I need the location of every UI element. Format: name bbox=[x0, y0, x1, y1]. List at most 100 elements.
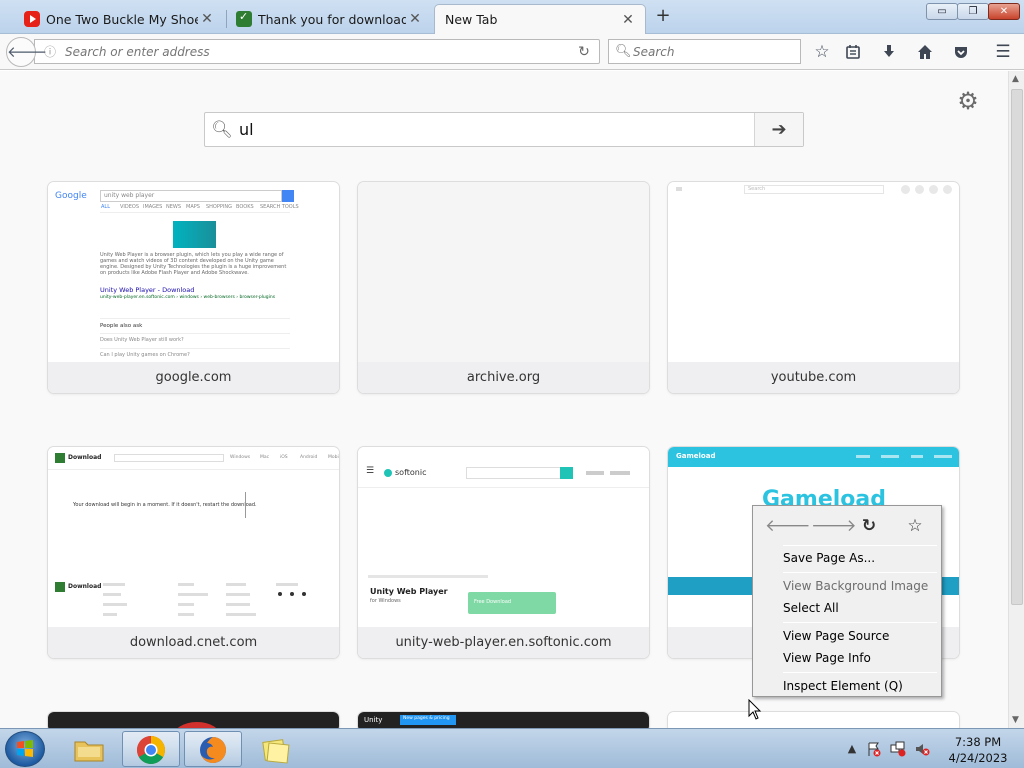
footer-line bbox=[226, 603, 250, 606]
yt-icon bbox=[901, 185, 910, 194]
google-tab: MAPS bbox=[186, 204, 200, 210]
divider bbox=[358, 487, 649, 488]
menu-icon: ☰ bbox=[366, 466, 375, 476]
footer-line bbox=[103, 583, 125, 586]
scroll-up-icon[interactable]: ▲ bbox=[1012, 74, 1019, 84]
reading-list-icon[interactable] bbox=[841, 40, 865, 64]
downloads-icon[interactable] bbox=[877, 40, 901, 64]
yt-menu-icon bbox=[676, 187, 682, 191]
mouse-cursor-icon bbox=[748, 699, 762, 720]
taskbar-sticky-notes[interactable] bbox=[246, 731, 304, 767]
tile-google[interactable]: Google unity web player ALL VIDEOS IMAGE… bbox=[48, 182, 339, 393]
tile-cnet[interactable]: Download Windows Mac iOS Android Mobi Yo… bbox=[48, 447, 339, 658]
context-menu-nav-row: 🡐 🡒 ↻ ☆ bbox=[753, 511, 941, 541]
divider bbox=[100, 333, 290, 334]
menu-item-save-page-as[interactable]: Save Page As... bbox=[783, 548, 875, 568]
taskbar-google-chrome[interactable] bbox=[122, 731, 180, 767]
footer-line bbox=[178, 613, 194, 616]
chrome-icon bbox=[137, 736, 165, 764]
close-tab-icon[interactable]: ✕ bbox=[198, 11, 216, 27]
search-input[interactable] bbox=[633, 44, 800, 59]
restore-button[interactable]: ❐ bbox=[957, 3, 989, 20]
url-input[interactable] bbox=[65, 44, 569, 59]
newtab-search-box[interactable]: 🔍︎ ➔ bbox=[204, 112, 804, 147]
reload-icon[interactable]: ↻ bbox=[857, 514, 881, 538]
back-button[interactable]: 🡐 bbox=[6, 37, 47, 67]
tile-thumbnail: Search bbox=[668, 182, 959, 362]
unity-thumbnail-image bbox=[173, 221, 216, 248]
cnet-nav: iOS bbox=[280, 455, 288, 460]
divider bbox=[48, 469, 339, 470]
tab-title: Thank you for downloadin... bbox=[258, 11, 406, 27]
tab-title: New Tab bbox=[445, 12, 498, 27]
menu-item-view-page-source[interactable]: View Page Source bbox=[783, 626, 889, 646]
bookmark-star-icon[interactable]: ☆ bbox=[903, 514, 927, 538]
title-bar: One Two Buckle My Shoe ... ✕ Thank you f… bbox=[0, 0, 1024, 34]
cnet-searchbox bbox=[114, 454, 224, 462]
show-hidden-icons-icon[interactable]: ▲ bbox=[844, 741, 860, 757]
windows-logo-icon bbox=[17, 740, 33, 757]
forward-arrow-icon[interactable]: 🡒 bbox=[811, 514, 857, 538]
search-go-button[interactable]: ➔ bbox=[754, 113, 803, 146]
footer-line bbox=[178, 593, 208, 596]
taskbar-windows-explorer[interactable] bbox=[60, 731, 118, 767]
search-bar[interactable]: 🔍︎ bbox=[608, 39, 801, 64]
nav-item bbox=[911, 455, 923, 458]
menu-item-view-background-image[interactable]: View Background Image bbox=[783, 576, 928, 596]
divider bbox=[100, 212, 290, 213]
tile-archive[interactable]: archive.org bbox=[358, 182, 649, 393]
menu-hamburger-icon[interactable]: ☰ bbox=[991, 40, 1015, 64]
tile-youtube[interactable]: Search youtube.com bbox=[668, 182, 959, 393]
cnet-logo-icon bbox=[55, 582, 65, 592]
social-icon bbox=[278, 592, 282, 596]
url-bar[interactable]: ⓘ ↻ bbox=[34, 39, 600, 64]
start-button[interactable] bbox=[5, 731, 45, 767]
action-center-flag-icon[interactable] bbox=[866, 741, 882, 757]
back-arrow-icon[interactable]: 🡐 bbox=[765, 514, 811, 538]
scroll-down-icon[interactable]: ▼ bbox=[1012, 715, 1019, 725]
google-result-url: unity-web-player.en.softonic.com › windo… bbox=[100, 295, 276, 300]
nav-item bbox=[856, 455, 870, 458]
menu-item-select-all[interactable]: Select All bbox=[783, 598, 839, 618]
settings-gear-icon[interactable]: ⚙ bbox=[955, 88, 981, 114]
footer-line bbox=[276, 583, 298, 586]
bookmark-star-icon[interactable]: ☆ bbox=[810, 40, 834, 64]
network-icon[interactable] bbox=[890, 741, 906, 757]
home-icon[interactable] bbox=[913, 40, 937, 64]
yt-icon bbox=[915, 185, 924, 194]
close-window-button[interactable]: ✕ bbox=[988, 3, 1020, 20]
google-query: unity web player bbox=[104, 192, 155, 199]
screen: One Two Buckle My Shoe ... ✕ Thank you f… bbox=[0, 0, 1024, 768]
footer-line bbox=[226, 593, 250, 596]
menu-item-view-page-info[interactable]: View Page Info bbox=[783, 648, 871, 668]
yt-icon bbox=[943, 185, 952, 194]
breadcrumb bbox=[368, 575, 488, 578]
clock[interactable]: 7:38 PM 4/24/2023 bbox=[948, 734, 1008, 766]
vertical-scrollbar[interactable]: ▲ ▼ bbox=[1008, 71, 1024, 728]
close-tab-icon[interactable]: ✕ bbox=[619, 12, 637, 28]
taskbar-firefox[interactable] bbox=[184, 731, 242, 767]
close-tab-icon[interactable]: ✕ bbox=[406, 11, 424, 27]
tile-softonic[interactable]: ☰ softonic Unity Web Player for Windows … bbox=[358, 447, 649, 658]
menu-separator bbox=[783, 622, 937, 623]
reload-icon[interactable]: ↻ bbox=[569, 44, 599, 60]
scrollbar-thumb[interactable] bbox=[1011, 89, 1023, 605]
google-tab: IMAGES bbox=[143, 204, 163, 210]
newtab-search-input[interactable] bbox=[239, 113, 754, 146]
tab-cnet[interactable]: Thank you for downloadin... ✕ bbox=[226, 4, 432, 34]
volume-muted-icon[interactable] bbox=[914, 741, 930, 757]
tab-title: One Two Buckle My Shoe ... bbox=[46, 11, 198, 27]
tile-label: google.com bbox=[48, 362, 339, 393]
nav-item bbox=[881, 455, 899, 458]
pocket-icon[interactable] bbox=[949, 40, 973, 64]
minimize-button[interactable]: ▭ bbox=[926, 3, 958, 20]
unity-promo-label: New pages & pricing bbox=[403, 716, 450, 721]
cnet-brand: Download bbox=[68, 454, 102, 461]
google-tab: SEARCH TOOLS bbox=[260, 204, 299, 210]
softonic-logo-icon bbox=[384, 469, 392, 477]
tab-youtube[interactable]: One Two Buckle My Shoe ... ✕ bbox=[14, 4, 224, 34]
new-tab-button[interactable]: + bbox=[652, 4, 674, 28]
menu-item-inspect-element[interactable]: Inspect Element (Q) bbox=[783, 676, 903, 696]
tab-new-tab[interactable]: New Tab ✕ bbox=[434, 4, 646, 34]
firefox-icon bbox=[200, 737, 226, 763]
